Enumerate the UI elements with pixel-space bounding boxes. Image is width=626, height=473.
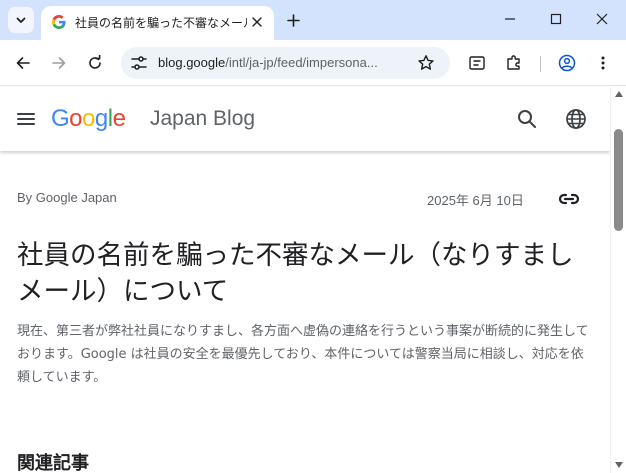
- forward-button[interactable]: [45, 49, 73, 77]
- url-domain: blog.google: [158, 55, 226, 70]
- scrollbar-thumb[interactable]: [614, 129, 623, 231]
- minimize-button[interactable]: [497, 6, 523, 32]
- extensions-button[interactable]: [500, 49, 528, 77]
- active-tab[interactable]: 社員の名前を騙った不審なメール（: [41, 6, 274, 40]
- article-summary: 現在、第三者が弊社社員になりすまし、各方面へ虚偽の連絡を行うという事案が断続的に…: [17, 324, 589, 385]
- article-date: 2025年 6月 10日: [427, 193, 524, 208]
- new-tab-button[interactable]: [282, 9, 304, 31]
- window-close-button[interactable]: [589, 6, 615, 32]
- logo-letter: o: [82, 105, 95, 132]
- google-favicon: [52, 15, 66, 29]
- plus-icon: [286, 13, 300, 27]
- maximize-button[interactable]: [543, 6, 569, 32]
- forward-arrow-icon: [52, 57, 66, 69]
- scroll-down-arrow-icon[interactable]: [615, 462, 623, 468]
- url-path: /intl/ja-jp/feed/impersona...: [225, 55, 378, 70]
- tab-close-button[interactable]: [247, 12, 267, 32]
- profile-icon: [558, 54, 576, 72]
- scroll-up-arrow-icon[interactable]: [615, 91, 623, 97]
- page-scrollbar[interactable]: [610, 87, 626, 473]
- menu-icon[interactable]: [16, 109, 36, 129]
- cast-button[interactable]: [463, 49, 491, 77]
- search-icon[interactable]: [516, 108, 538, 130]
- star-icon[interactable]: [417, 54, 435, 72]
- logo-letter: e: [112, 105, 126, 132]
- maximize-icon: [550, 13, 562, 25]
- url-text[interactable]: blog.google/intl/ja-jp/feed/impersona...: [158, 54, 408, 72]
- reload-icon: [89, 55, 101, 69]
- tab-search-button[interactable]: [8, 7, 34, 33]
- more-menu-button[interactable]: [589, 49, 617, 77]
- minimize-icon: [505, 18, 515, 20]
- window-close-icon: [596, 13, 608, 25]
- chevron-down-icon: [16, 17, 26, 23]
- google-logo[interactable]: Google: [51, 105, 126, 133]
- logo-letter: o: [69, 105, 83, 132]
- back-button[interactable]: [9, 49, 37, 77]
- logo-letter: G: [51, 105, 70, 132]
- site-info-icon[interactable]: [130, 54, 148, 72]
- browser-toolbar: blog.google/intl/ja-jp/feed/impersona...: [0, 40, 626, 86]
- reload-button[interactable]: [81, 49, 109, 77]
- more-vert-icon: [601, 56, 605, 70]
- close-icon: [252, 17, 262, 27]
- link-icon[interactable]: [558, 189, 580, 209]
- toolbar-divider: [540, 56, 541, 72]
- article-title: 社員の名前を騙った不審なメール（なりすましメール）について: [17, 240, 574, 307]
- article-byline: By Google Japan: [17, 190, 117, 205]
- tab-title: 社員の名前を騙った不審なメール（: [75, 16, 247, 30]
- address-bar[interactable]: blog.google/intl/ja-jp/feed/impersona...: [121, 47, 450, 79]
- logo-letter: g: [94, 105, 108, 132]
- extensions-icon: [507, 55, 520, 70]
- blog-name[interactable]: Japan Blog: [150, 106, 255, 132]
- back-arrow-icon: [16, 57, 30, 69]
- profile-button[interactable]: [553, 49, 581, 77]
- globe-icon[interactable]: [565, 108, 587, 130]
- related-articles-heading: 関連記事: [17, 453, 89, 473]
- tab-strip: 社員の名前を騙った不審なメール（: [0, 0, 626, 40]
- site-header: Google Japan Blog: [0, 87, 610, 151]
- cast-icon: [469, 56, 485, 70]
